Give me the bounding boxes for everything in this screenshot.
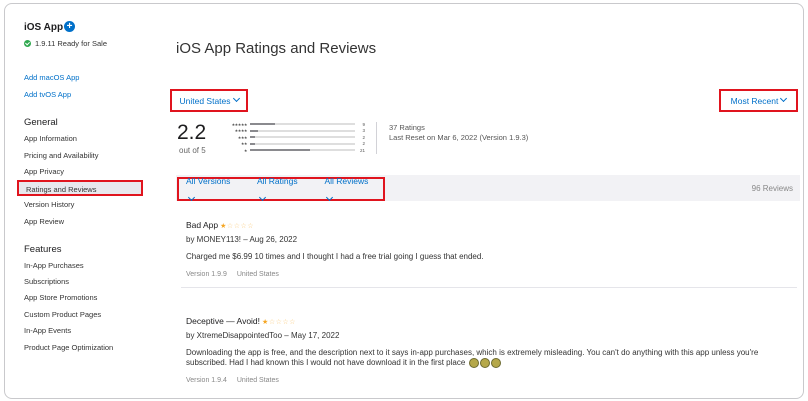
review-country: United States: [236, 271, 279, 278]
summary-divider: [376, 122, 377, 154]
app-status: 1.9.11 Ready for Sale: [24, 39, 107, 48]
reviews-filter[interactable]: All Reviews: [324, 171, 383, 207]
review-byline: by XtremeDisappointedToo – May 17, 2022: [186, 331, 340, 340]
histogram-bar: [250, 149, 355, 151]
sidebar-item-app-privacy[interactable]: App Privacy: [24, 167, 64, 176]
status-text: 1.9.11 Ready for Sale: [35, 39, 107, 48]
sidebar-item-custom-product-pages[interactable]: Custom Product Pages: [24, 310, 101, 319]
histogram-bar: [250, 123, 355, 125]
sidebar: iOS App + 1.9.11 Ready for Sale Add macO…: [5, 4, 151, 398]
review-footer: Version 1.9.9 United States: [186, 271, 796, 278]
sort-dropdown-label: Most Recent: [730, 95, 779, 106]
histogram-bar-fill: [250, 142, 256, 145]
emoji-icon: [490, 358, 501, 368]
ratings-filter-label: All Ratings: [256, 176, 298, 186]
emoji-icon: [468, 358, 479, 368]
histogram-row: ★★★★★ 9: [227, 121, 365, 127]
ratings-filter[interactable]: All Ratings: [257, 171, 313, 207]
sidebar-item-ratings-reviews[interactable]: Ratings and Reviews: [17, 180, 143, 196]
sidebar-item-pricing[interactable]: Pricing and Availability: [24, 151, 99, 160]
histogram-count: 2: [362, 141, 365, 146]
histogram-row: ★★ 2: [227, 141, 365, 147]
add-macos-app-link[interactable]: Add macOS App: [24, 73, 79, 82]
histogram-stars: ★★★: [237, 134, 248, 140]
chevron-down-icon: [232, 94, 240, 103]
rating-histogram: ★★★★★ 9 ★★★★ 3 ★★★ 2 ★★ 2 ★ 21: [227, 121, 365, 154]
review-body: Charged me $6.99 10 times and I thought …: [186, 252, 484, 261]
review-byline: by MONEY113! – Aug 26, 2022: [186, 235, 298, 244]
sort-dropdown[interactable]: Most Recent: [719, 89, 798, 112]
review-footer: Version 1.9.4 United States: [186, 377, 796, 384]
country-dropdown-label: United States: [179, 95, 231, 106]
sidebar-item-app-review[interactable]: App Review: [24, 217, 64, 226]
country-dropdown[interactable]: United States: [170, 89, 248, 112]
histogram-bar-fill: [250, 123, 276, 125]
histogram-bar: [250, 142, 355, 145]
sidebar-item-app-information[interactable]: App Information: [24, 134, 77, 143]
histogram-stars: ★★: [240, 141, 248, 146]
reviews-filter-label: All Reviews: [324, 176, 369, 186]
rating-scale: out of 5: [179, 146, 206, 155]
review-version: Version 1.9.9: [186, 271, 227, 278]
sidebar-item-in-app-purchases[interactable]: In-App Purchases: [24, 261, 84, 270]
sidebar-item-in-app-events[interactable]: In-App Events: [24, 326, 71, 335]
page-title: iOS App Ratings and Reviews: [176, 40, 377, 57]
chevron-down-icon: [258, 193, 267, 202]
review-divider: [181, 287, 797, 288]
emoji-icon: [479, 358, 490, 368]
histogram-bar-fill: [250, 129, 259, 132]
sidebar-item-app-store-promotions[interactable]: App Store Promotions: [24, 293, 97, 302]
features-heading: Features: [24, 244, 62, 255]
histogram-row: ★ 21: [227, 147, 365, 153]
histogram-stars: ★★★★★: [231, 121, 248, 127]
filter-group: All Versions All Ratings All Reviews: [177, 176, 385, 202]
app-store-connect-window: iOS App + 1.9.11 Ready for Sale Add macO…: [4, 3, 804, 399]
versions-filter[interactable]: All Versions: [186, 171, 245, 207]
review-item: Deceptive — Avoid! ★☆☆☆☆ by XtremeDisappo…: [186, 311, 796, 384]
review-title: Deceptive — Avoid!: [186, 316, 261, 326]
general-heading: General: [24, 117, 58, 128]
ready-check-icon: [24, 40, 31, 47]
star-rating: ★☆☆☆☆: [262, 319, 296, 326]
histogram-stars: ★: [243, 147, 248, 153]
histogram-bar-fill: [250, 136, 256, 138]
review-body: Downloading the app is free, and the des…: [186, 348, 796, 368]
review-total: 96 Reviews: [751, 184, 793, 193]
average-rating: 2.2: [177, 121, 207, 144]
histogram-bar-fill: [250, 149, 310, 151]
histogram-row: ★★★ 2: [227, 134, 365, 140]
sidebar-item-product-page-optimization[interactable]: Product Page Optimization: [24, 343, 113, 352]
histogram-stars: ★★★★: [234, 128, 248, 133]
review-version: Version 1.9.4: [186, 377, 227, 385]
star-rating: ★☆☆☆☆: [220, 223, 255, 230]
chevron-down-icon: [780, 94, 788, 103]
histogram-count: 3: [362, 128, 365, 133]
review-country: United States: [236, 377, 279, 385]
histogram-count: 2: [362, 134, 365, 140]
ratings-count: 37 Ratings: [389, 123, 425, 132]
histogram-bar: [250, 129, 355, 132]
review-title: Bad App: [186, 220, 219, 230]
add-platform-icon[interactable]: +: [64, 21, 75, 32]
histogram-bar: [250, 136, 355, 138]
histogram-count: 9: [362, 121, 365, 127]
last-reset: Last Reset on Mar 6, 2022 (Version 1.9.3…: [389, 133, 529, 142]
sidebar-item-subscriptions[interactable]: Subscriptions: [24, 277, 69, 286]
chevron-down-icon: [187, 193, 196, 202]
histogram-row: ★★★★ 3: [227, 128, 365, 134]
review-item: Bad App ★☆☆☆☆ by MONEY113! – Aug 26, 2022…: [186, 215, 796, 278]
histogram-count: 21: [359, 147, 365, 153]
sidebar-item-version-history[interactable]: Version History: [24, 200, 74, 209]
versions-filter-label: All Versions: [186, 176, 231, 186]
add-tvos-app-link[interactable]: Add tvOS App: [24, 90, 71, 99]
chevron-down-icon: [326, 193, 334, 202]
app-title: iOS App: [24, 22, 64, 33]
